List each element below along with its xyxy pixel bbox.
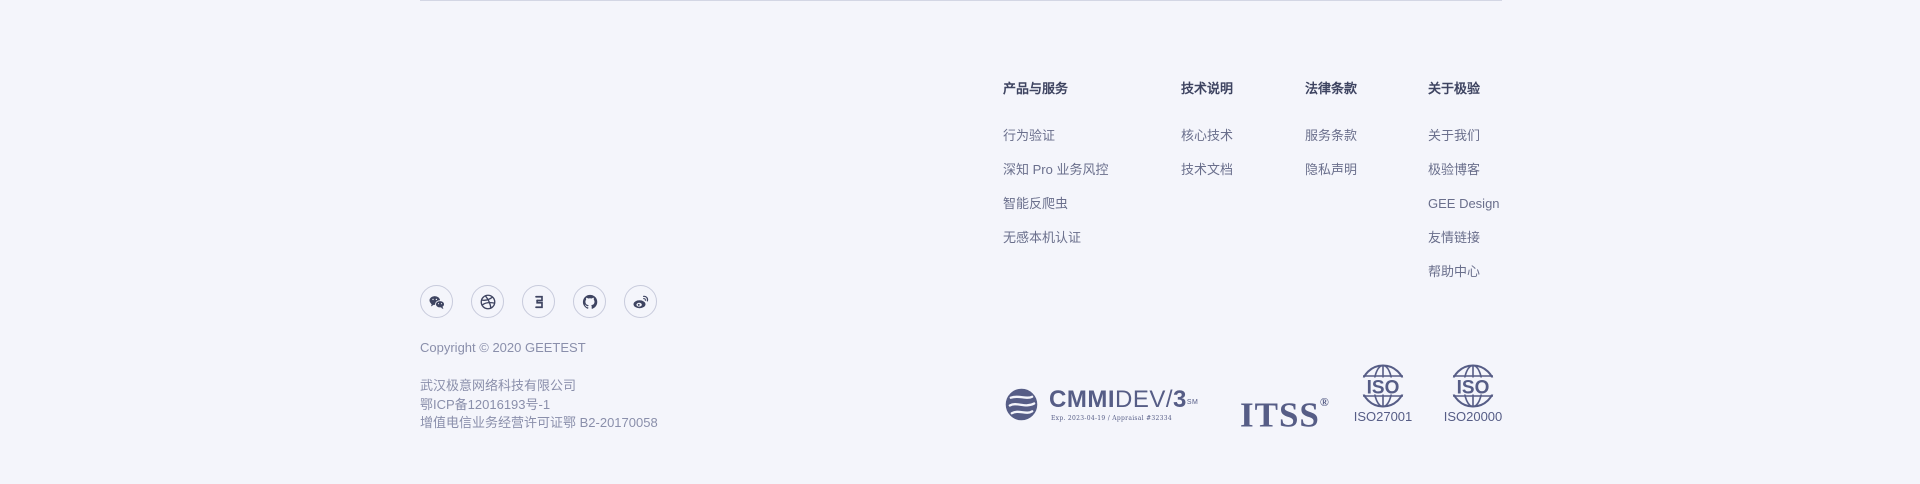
company-info: 武汉极意网络科技有限公司 鄂ICP备12016193号-1 增值电信业务经营许可… bbox=[420, 377, 658, 433]
wechat-button[interactable] bbox=[420, 285, 453, 318]
iso-word: ISO bbox=[1457, 378, 1490, 399]
footer-link[interactable]: 技术文档 bbox=[1181, 161, 1233, 195]
column-title: 产品与服务 bbox=[1003, 81, 1069, 96]
footer-link[interactable]: GEE Design bbox=[1428, 195, 1500, 229]
column-legal: 法律条款 服务条款 隐私声明 bbox=[1305, 79, 1357, 195]
iso20000-label: ISO20000 bbox=[1443, 409, 1503, 424]
footer-link[interactable]: 帮助中心 bbox=[1428, 263, 1500, 297]
footer-link[interactable]: 服务条款 bbox=[1305, 127, 1357, 161]
cmmi-slash: / bbox=[1165, 386, 1174, 413]
footer-link[interactable]: 友情链接 bbox=[1428, 229, 1500, 263]
cmmi-level: 3 bbox=[1173, 386, 1187, 413]
geetest-button[interactable] bbox=[522, 285, 555, 318]
cmmi-exp: Exp. 2023-04-19 / Appraisal #32334 bbox=[1051, 415, 1173, 422]
cmmi-sm: SM bbox=[1186, 399, 1199, 406]
dribbble-icon bbox=[480, 294, 495, 309]
column-title: 关于极验 bbox=[1428, 81, 1481, 96]
cmmi-bold: CMMI bbox=[1049, 386, 1115, 413]
footer-link[interactable]: 关于我们 bbox=[1428, 127, 1500, 161]
iso27001-badge: ISO ISO27001 bbox=[1352, 364, 1414, 425]
wechat-icon bbox=[429, 295, 445, 309]
itss-text: ITSS bbox=[1240, 395, 1320, 435]
footer-link[interactable]: 核心技术 bbox=[1181, 127, 1233, 161]
top-divider bbox=[420, 0, 1502, 1]
iso-word: ISO bbox=[1367, 378, 1400, 399]
license-text: 增值电信业务经营许可证鄂 B2-20170058 bbox=[420, 415, 658, 430]
github-icon bbox=[582, 294, 597, 309]
company-name: 武汉极意网络科技有限公司 bbox=[420, 378, 577, 393]
itss-logo: ITSS® bbox=[1240, 390, 1330, 436]
iso20000-badge: ISO ISO20000 bbox=[1442, 364, 1504, 425]
column-title: 法律条款 bbox=[1305, 81, 1358, 96]
cmmi-light: DEV bbox=[1114, 386, 1166, 413]
column-about: 关于极验 关于我们 极验博客 GEE Design 友情链接 帮助中心 bbox=[1428, 79, 1500, 297]
social-links bbox=[420, 285, 657, 318]
footer-link[interactable]: 行为验证 bbox=[1003, 127, 1108, 161]
footer-link[interactable]: 隐私声明 bbox=[1305, 161, 1357, 195]
copyright-text: Copyright © 2020 GEETEST bbox=[420, 340, 586, 355]
footer-link[interactable]: 极验博客 bbox=[1428, 161, 1500, 195]
itss-registered: ® bbox=[1319, 395, 1330, 409]
iso27001-label: ISO27001 bbox=[1353, 409, 1413, 424]
footer-link[interactable]: 智能反爬虫 bbox=[1003, 195, 1108, 229]
column-tech: 技术说明 核心技术 技术文档 bbox=[1181, 79, 1233, 195]
footer-link[interactable]: 深知 Pro 业务风控 bbox=[1003, 161, 1108, 195]
iso-globe-icon: ISO bbox=[1450, 364, 1496, 408]
iso-globe-icon: ISO bbox=[1360, 364, 1406, 408]
footer-link[interactable]: 无感本机认证 bbox=[1003, 229, 1108, 263]
weibo-button[interactable] bbox=[624, 285, 657, 318]
column-title: 技术说明 bbox=[1181, 81, 1234, 96]
cmmi-logo: CMMIDEV/3SM Exp. 2023-04-19 / Appraisal … bbox=[1003, 385, 1211, 427]
cmmi-globe-icon bbox=[1005, 388, 1038, 421]
column-products: 产品与服务 行为验证 深知 Pro 业务风控 智能反爬虫 无感本机认证 bbox=[1003, 79, 1108, 263]
icp-link[interactable]: 鄂ICP备12016193号-1 bbox=[420, 396, 658, 415]
dribbble-button[interactable] bbox=[471, 285, 504, 318]
github-button[interactable] bbox=[573, 285, 606, 318]
weibo-icon bbox=[633, 295, 648, 308]
geetest-logo-icon bbox=[534, 295, 543, 308]
